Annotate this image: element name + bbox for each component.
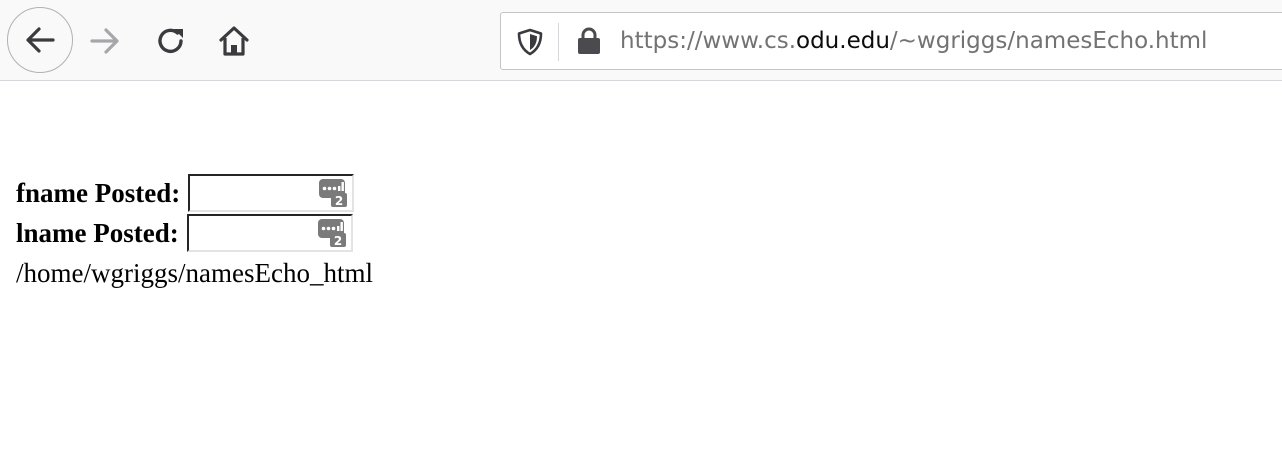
browser-toolbar: https://www.cs.odu.edu/~wgriggs/namesEch…	[0, 0, 1282, 81]
shield-icon	[517, 28, 543, 56]
forward-button[interactable]	[84, 20, 126, 62]
path-text: /home/wgriggs/namesEcho_html	[16, 257, 373, 288]
lname-row: lname Posted: 2	[16, 213, 373, 253]
url-suffix: /~wgriggs/namesEcho.html	[889, 28, 1208, 54]
site-info-button[interactable]	[574, 26, 604, 56]
password-manager-icon[interactable]: 2	[318, 178, 348, 208]
url-bar[interactable]: https://www.cs.odu.edu/~wgriggs/namesEch…	[500, 12, 1282, 70]
back-button[interactable]	[7, 7, 73, 73]
fname-field-wrap: 2	[188, 174, 355, 212]
lname-label: lname Posted:	[16, 217, 179, 248]
lname-badge-count: 2	[334, 234, 342, 248]
home-button[interactable]	[213, 20, 255, 62]
url-prefix: https://www.cs.	[620, 28, 797, 54]
home-icon	[219, 26, 249, 56]
url-text[interactable]: https://www.cs.odu.edu/~wgriggs/namesEch…	[620, 25, 1207, 57]
url-bar-separator	[558, 23, 559, 61]
reload-icon	[158, 28, 183, 53]
lname-field-wrap: 2	[186, 214, 353, 252]
url-domain: odu.edu	[796, 28, 890, 54]
arrow-left-icon	[26, 27, 55, 53]
arrow-right-icon	[90, 28, 119, 54]
fname-badge-count: 2	[335, 194, 343, 208]
fname-label: fname Posted:	[16, 177, 181, 208]
fname-row: fname Posted: 2	[16, 173, 373, 213]
tracking-protection-button[interactable]	[515, 27, 545, 57]
reload-button[interactable]	[150, 20, 192, 62]
lock-icon	[578, 27, 600, 54]
password-manager-icon[interactable]: 2	[317, 218, 347, 248]
page-content: fname Posted: 2 lname Posted: 2 /home/wg…	[16, 173, 373, 293]
